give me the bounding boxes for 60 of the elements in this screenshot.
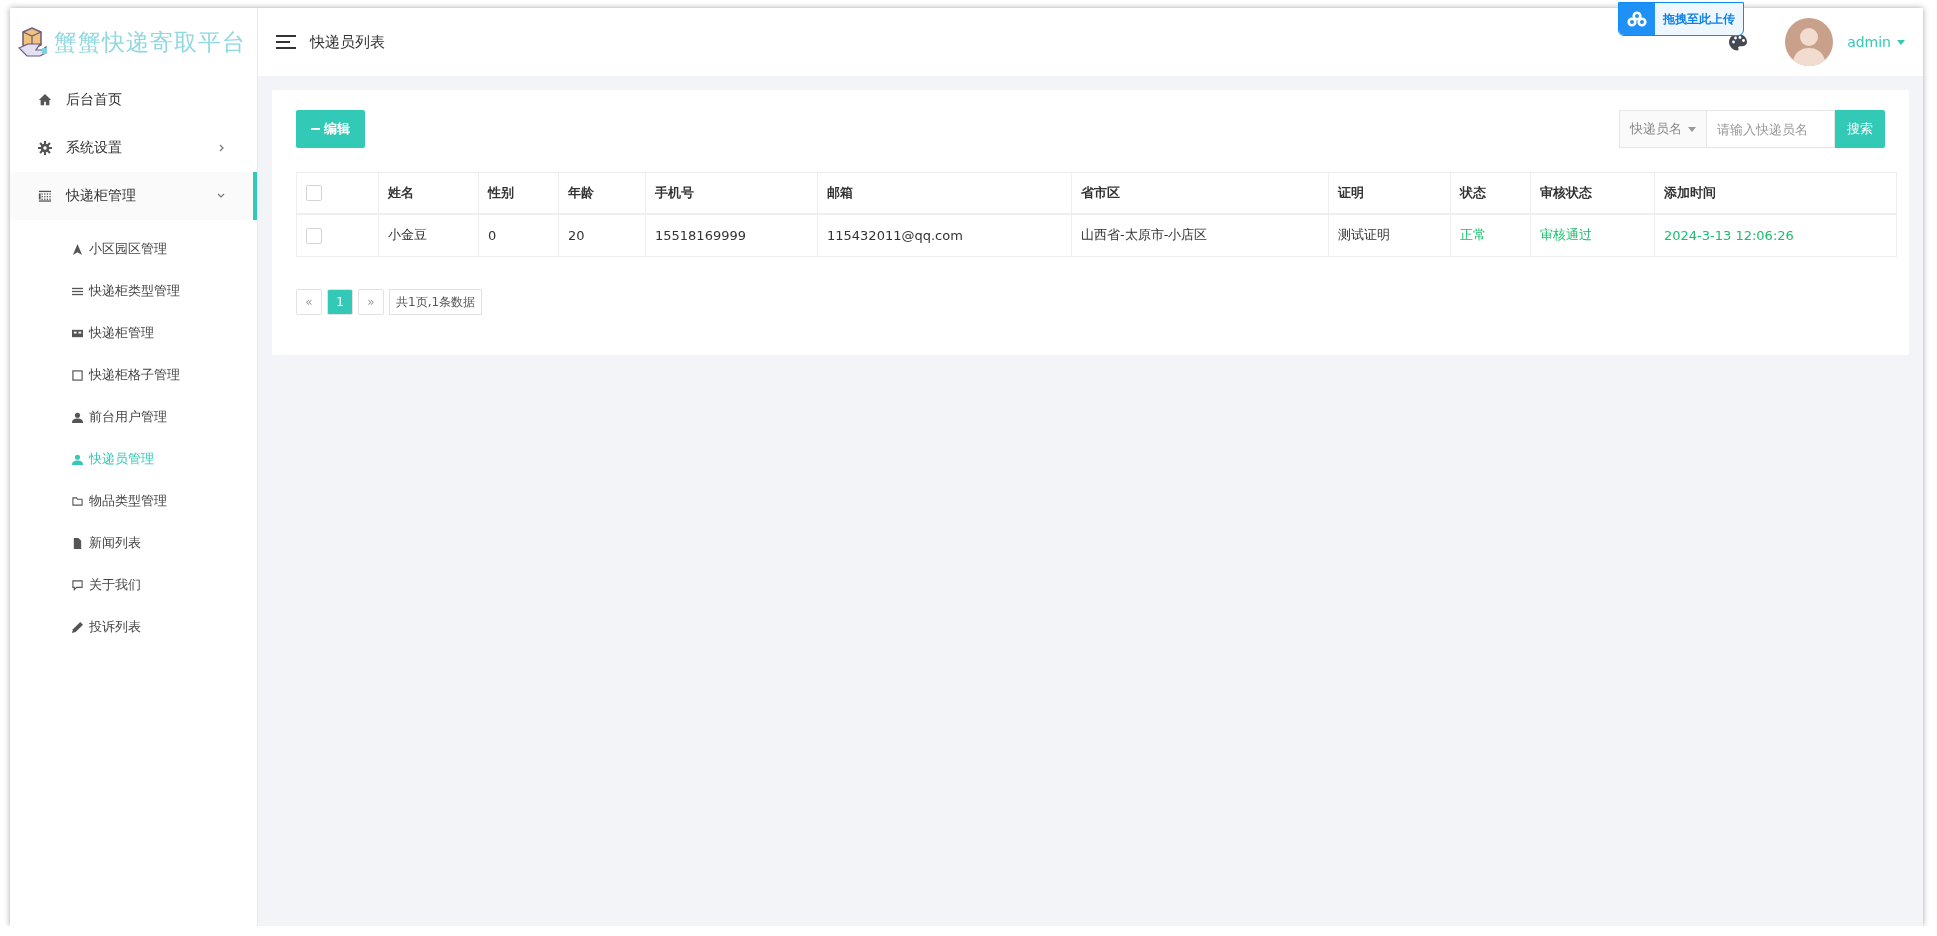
list-icon: [72, 285, 83, 297]
user-icon: [72, 411, 83, 423]
settings-icon: [38, 141, 52, 155]
table-cell: 115432011@qq.com: [817, 213, 1072, 257]
chevron-right-icon: [219, 144, 225, 152]
column-header: 省市区: [1071, 172, 1329, 214]
user-icon: [72, 453, 83, 465]
column-header: 手机号: [645, 172, 818, 214]
table-cell: 测试证明: [1328, 213, 1451, 257]
sidebar-subitem[interactable]: 快递柜格子管理: [10, 354, 257, 396]
menu-icon[interactable]: [276, 35, 296, 49]
search-field[interactable]: 请输入快递员名: [1707, 110, 1835, 148]
app-logo-text: 蟹蟹快递寄取平台: [54, 27, 246, 57]
navigation-arrow-icon: [72, 243, 83, 255]
sidebar-item[interactable]: 快递柜管理: [10, 172, 257, 220]
checkbox[interactable]: [306, 227, 322, 244]
table-cell: 审核通过: [1530, 213, 1655, 257]
sidebar-subitem[interactable]: 关于我们: [10, 564, 257, 606]
caret-icon: [1897, 39, 1905, 45]
column-header: 状态: [1450, 172, 1531, 214]
caret-icon: [1688, 126, 1696, 132]
table-cell: 0: [478, 213, 559, 257]
cloud-icon: [1627, 11, 1647, 27]
search-filter-dropdown[interactable]: 快递员名: [1619, 110, 1707, 148]
column-header: 性别: [478, 172, 559, 214]
table-cell: 小金豆: [378, 213, 479, 257]
table-cell: 正常: [1450, 213, 1531, 257]
sidebar-subitem[interactable]: 物品类型管理: [10, 480, 257, 522]
sidebar-subitem[interactable]: 快递柜类型管理: [10, 270, 257, 312]
checkbox[interactable]: [306, 185, 322, 201]
sidebar-subitem[interactable]: 新闻列表: [10, 522, 257, 564]
column-header: 添加时间: [1654, 172, 1897, 214]
page-summary: 共1页,1条数据: [389, 289, 483, 315]
column-header: 年龄: [558, 172, 646, 214]
comment-icon: [72, 579, 83, 591]
table-cell: 山西省-太原市-小店区: [1071, 213, 1329, 257]
table-cell: 15518169999: [645, 213, 818, 257]
file-icon: [72, 537, 83, 549]
sidebar-subitem[interactable]: 投诉列表: [10, 606, 257, 648]
pencil-icon: [72, 621, 83, 633]
column-header: 证明: [1328, 172, 1451, 214]
sidebar-subitem[interactable]: 前台用户管理: [10, 396, 257, 438]
table-cell: 2024-3-13 12:06:26: [1654, 213, 1897, 257]
table-cell: 20: [558, 213, 646, 257]
sidebar-subitem[interactable]: 小区园区管理: [10, 228, 257, 270]
folder-icon: [72, 495, 83, 507]
chevron-down-icon: [217, 193, 225, 199]
package-icon: [18, 26, 48, 58]
column-header: 邮箱: [817, 172, 1072, 214]
avatar-icon[interactable]: [1785, 18, 1834, 66]
square-icon: [72, 369, 83, 381]
column-header: 审核状态: [1530, 172, 1655, 214]
sidebar-subitem[interactable]: 快递柜管理: [10, 312, 257, 354]
cabinet-icon: [72, 327, 83, 339]
page-title: 快递员列表: [310, 32, 386, 52]
upload-badge[interactable]: 拖拽至此上传: [1618, 2, 1744, 36]
column-header: 姓名: [378, 172, 479, 214]
minus-icon: [311, 128, 320, 130]
home-icon: [38, 93, 52, 107]
grid-icon: [38, 189, 52, 203]
